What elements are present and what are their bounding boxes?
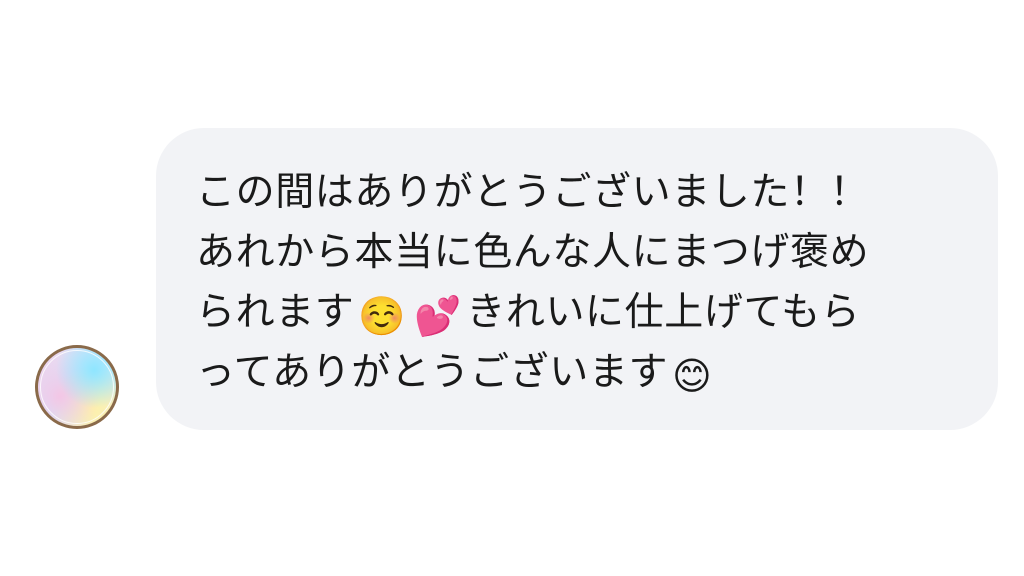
message-text: この間はありがとうございました！！ あれから本当に色んな人にまつげ褒め られます… <box>196 163 962 403</box>
smiling-face-emoji: 😊 <box>672 354 713 398</box>
message-row: この間はありがとうございました！！ あれから本当に色んな人にまつげ褒め られます… <box>0 0 1024 576</box>
two-hearts-emoji: 💕 <box>414 294 463 338</box>
message-line-2: あれから本当に色んな人にまつげ褒め <box>196 223 962 283</box>
relieved-face-emoji: ☺️ <box>358 294 407 338</box>
profile-avatar-icon[interactable] <box>35 345 119 429</box>
message-text-segment: ってありがとうございます <box>196 350 669 395</box>
message-text-segment: あれから本当に色んな人にまつげ褒め <box>196 230 870 275</box>
message-line-4: ってありがとうございます 😊 <box>196 343 962 403</box>
message-line-1: この間はありがとうございました！！ <box>196 163 962 223</box>
avatar-ring <box>40 350 114 424</box>
message-line-3: られます ☺️ 💕 きれいに仕上げてもら <box>196 283 962 343</box>
message-text-segment: られます <box>196 290 355 335</box>
message-text-segment: きれいに仕上げてもら <box>466 290 861 335</box>
message-text-segment: この間はありがとうございました！！ <box>196 170 870 215</box>
incoming-message-bubble[interactable]: この間はありがとうございました！！ あれから本当に色んな人にまつげ褒め られます… <box>156 128 998 430</box>
